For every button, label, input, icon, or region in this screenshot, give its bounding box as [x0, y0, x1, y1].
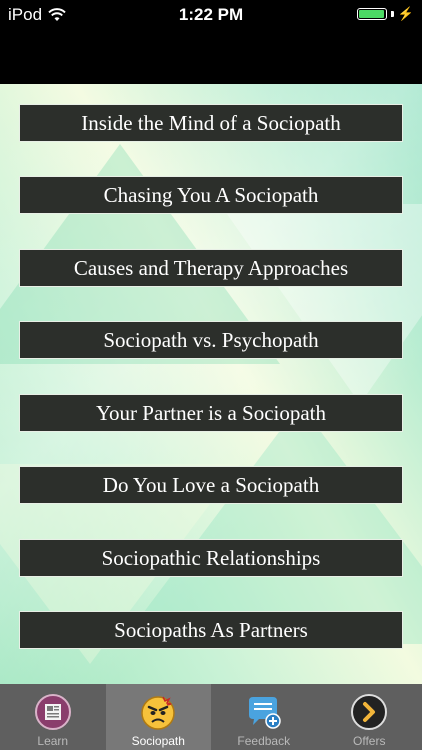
tab-label: Learn	[37, 734, 69, 748]
tab-learn[interactable]: Learn	[0, 684, 106, 750]
tab-offers[interactable]: Offers	[317, 684, 422, 750]
offers-icon	[351, 694, 388, 730]
learn-icon	[34, 694, 71, 730]
angry-face-icon	[141, 696, 175, 730]
menu-background: Inside the Mind of a Sociopath Chasing Y…	[0, 84, 422, 684]
menu-item-chasing-you[interactable]: Chasing You A Sociopath	[19, 176, 403, 214]
menu-item-do-you-love[interactable]: Do You Love a Sociopath	[19, 466, 403, 504]
feedback-icon	[248, 697, 281, 729]
tab-bar: Learn Sociopath Feedback Offers	[0, 684, 422, 750]
status-bar: iPod 1:22 PM ⚡	[0, 0, 422, 84]
tab-label: Offers	[353, 734, 386, 748]
battery-icon	[356, 8, 387, 20]
bg-shape	[220, 204, 422, 404]
charging-bolt-icon: ⚡	[397, 6, 414, 21]
battery-tip	[390, 11, 394, 17]
tab-label: Feedback	[237, 734, 291, 748]
tab-label: Sociopath	[131, 734, 185, 748]
tab-sociopath[interactable]: Sociopath	[105, 684, 211, 750]
status-right: ⚡	[356, 6, 414, 22]
menu-item-your-partner[interactable]: Your Partner is a Sociopath	[19, 394, 403, 432]
tab-feedback[interactable]: Feedback	[211, 684, 317, 750]
menu-item-as-partners[interactable]: Sociopaths As Partners	[19, 611, 403, 649]
menu-item-sociopath-vs-psychopath[interactable]: Sociopath vs. Psychopath	[19, 321, 403, 359]
menu-item-causes-therapy[interactable]: Causes and Therapy Approaches	[19, 249, 403, 287]
menu-item-relationships[interactable]: Sociopathic Relationships	[19, 539, 403, 577]
battery-fill	[358, 10, 384, 18]
menu-item-inside-mind[interactable]: Inside the Mind of a Sociopath	[19, 104, 403, 142]
